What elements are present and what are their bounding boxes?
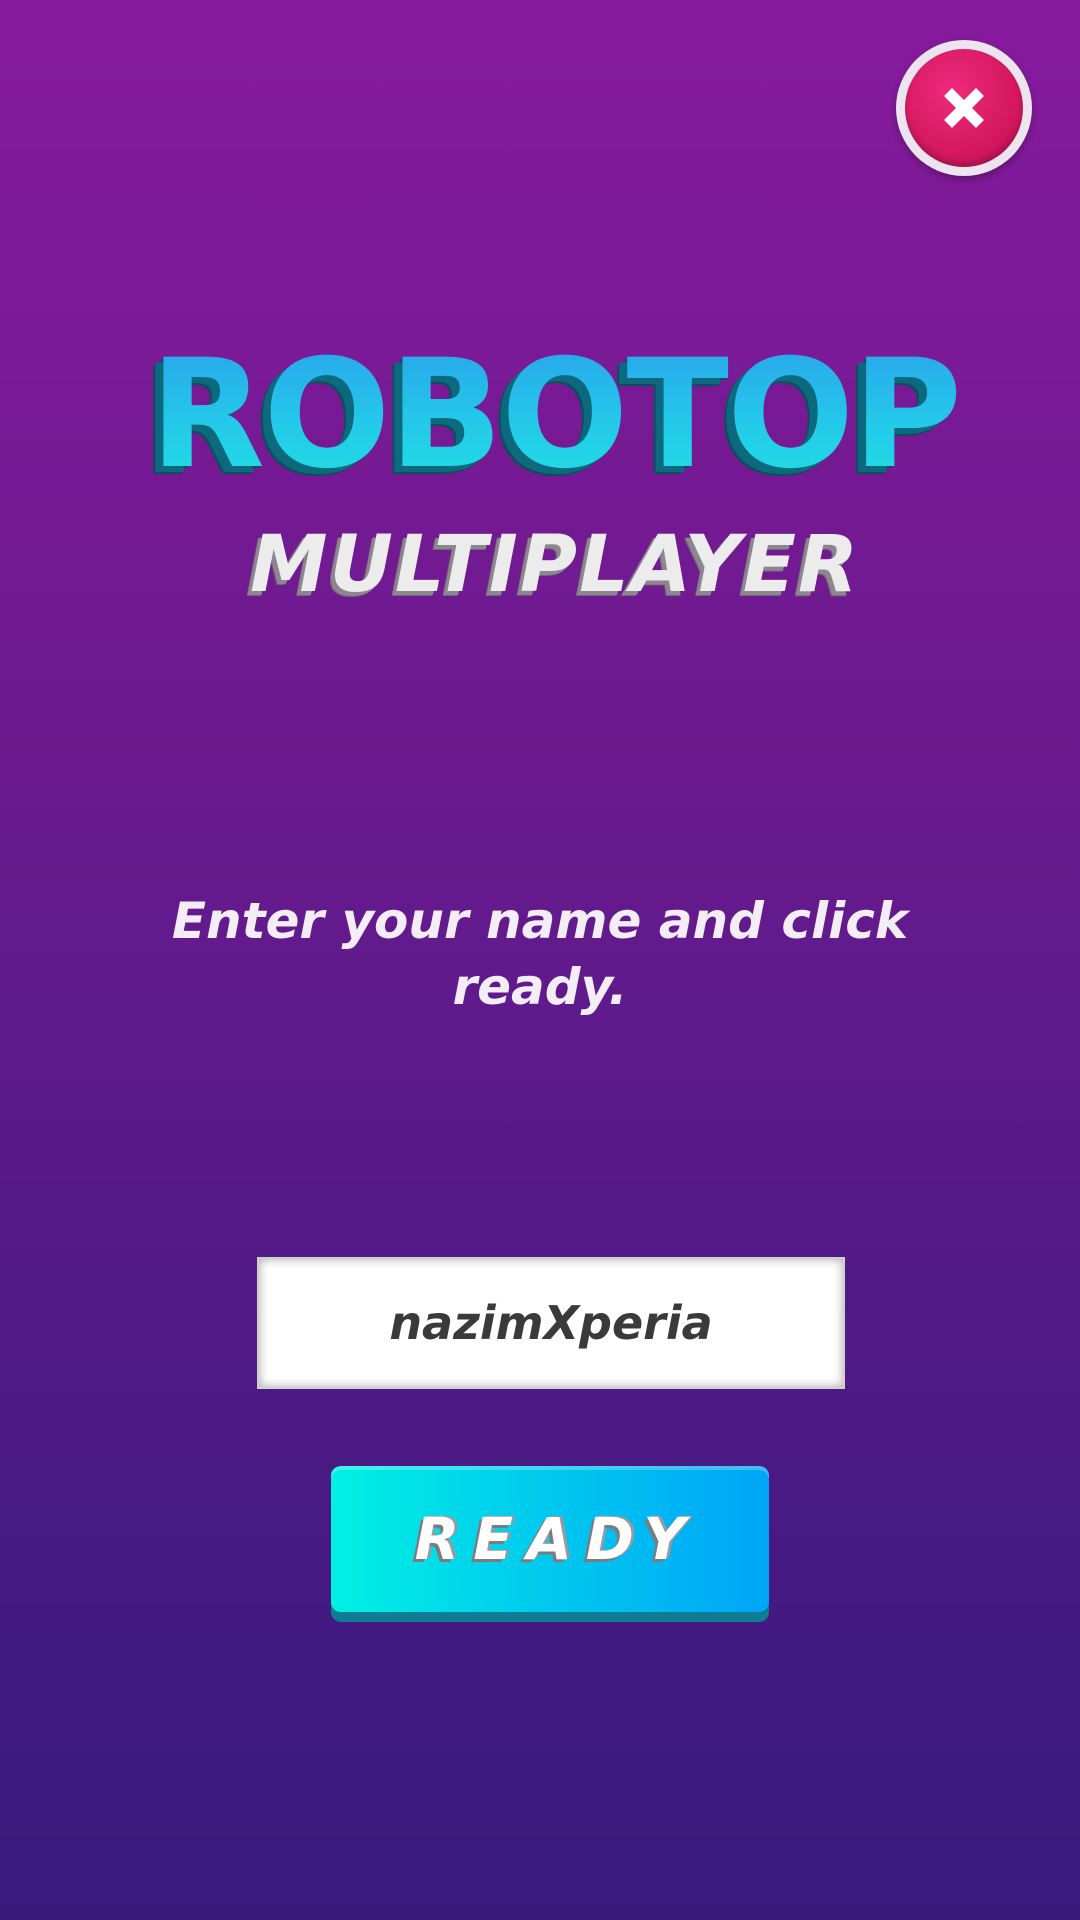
instruction-text: Enter your name and click ready. [171,892,909,1016]
close-button[interactable] [896,40,1032,176]
name-input[interactable] [259,1259,843,1387]
ready-button-label: READY [414,1505,700,1573]
ready-button[interactable]: READY [331,1466,769,1622]
game-logo: ROBOTOP MULTIPLAYER [140,330,970,620]
close-button-face [905,49,1023,167]
logo-title: ROBOTOP [140,330,970,500]
logo-subtitle: MULTIPLAYER [249,520,861,610]
ready-button-face: READY [331,1466,769,1612]
close-icon [944,88,984,128]
name-field-container [257,1257,845,1389]
